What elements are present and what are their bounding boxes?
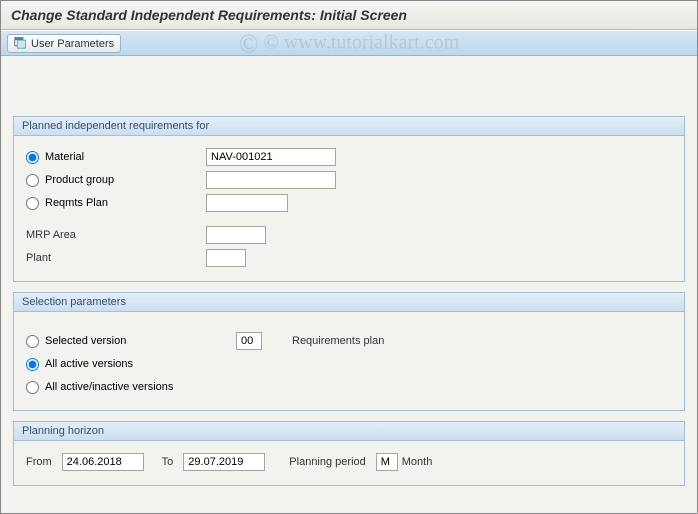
radio-selected-version[interactable]: Selected version [26, 335, 236, 348]
radio-all-inactive[interactable]: All active/inactive versions [26, 381, 236, 394]
planning-period-label: Planning period [289, 456, 365, 468]
application-toolbar: User Parameters [1, 30, 697, 56]
reqmts-plan-field[interactable] [206, 194, 288, 212]
plant-field[interactable] [206, 249, 246, 267]
page-title: Change Standard Independent Requirements… [11, 7, 407, 23]
user-parameters-label: User Parameters [31, 38, 114, 50]
product-group-field[interactable] [206, 171, 336, 189]
radio-material[interactable]: Material [26, 151, 206, 164]
group-horizon-title: Planning horizon [14, 422, 684, 441]
radio-all-inactive-label: All active/inactive versions [45, 381, 173, 393]
radio-product-group-label: Product group [45, 174, 114, 186]
group-selection-title: Selection parameters [14, 293, 684, 312]
user-parameters-button[interactable]: User Parameters [7, 34, 121, 53]
requirements-plan-label: Requirements plan [292, 335, 384, 347]
title-bar: Change Standard Independent Requirements… [1, 1, 697, 30]
group-pir-title: Planned independent requirements for [14, 117, 684, 136]
radio-product-group-input[interactable] [26, 174, 39, 187]
radio-reqmts-plan-input[interactable] [26, 197, 39, 210]
from-label: From [26, 456, 52, 468]
group-selection: Selection parameters Selected version Re… [13, 292, 685, 411]
radio-material-input[interactable] [26, 151, 39, 164]
radio-all-active-input[interactable] [26, 358, 39, 371]
planning-period-text: Month [402, 456, 433, 468]
radio-selected-version-label: Selected version [45, 335, 126, 347]
radio-product-group[interactable]: Product group [26, 174, 206, 187]
to-date-field[interactable] [183, 453, 265, 471]
radio-all-active[interactable]: All active versions [26, 358, 236, 371]
mrp-area-field[interactable] [206, 226, 266, 244]
group-pir: Planned independent requirements for Mat… [13, 116, 685, 282]
to-label: To [162, 456, 174, 468]
radio-reqmts-plan[interactable]: Reqmts Plan [26, 197, 206, 210]
group-horizon: Planning horizon From To Planning period… [13, 421, 685, 486]
from-date-field[interactable] [62, 453, 144, 471]
radio-reqmts-plan-label: Reqmts Plan [45, 197, 108, 209]
plant-label: Plant [26, 252, 206, 264]
material-field[interactable] [206, 148, 336, 166]
radio-all-inactive-input[interactable] [26, 381, 39, 394]
mrp-area-label: MRP Area [26, 229, 206, 241]
content-area: Planned independent requirements for Mat… [1, 56, 697, 506]
selected-version-field[interactable] [236, 332, 262, 350]
user-parameters-icon [14, 36, 27, 52]
planning-period-code-field[interactable] [376, 453, 398, 471]
radio-material-label: Material [45, 151, 84, 163]
radio-selected-version-input[interactable] [26, 335, 39, 348]
radio-all-active-label: All active versions [45, 358, 133, 370]
